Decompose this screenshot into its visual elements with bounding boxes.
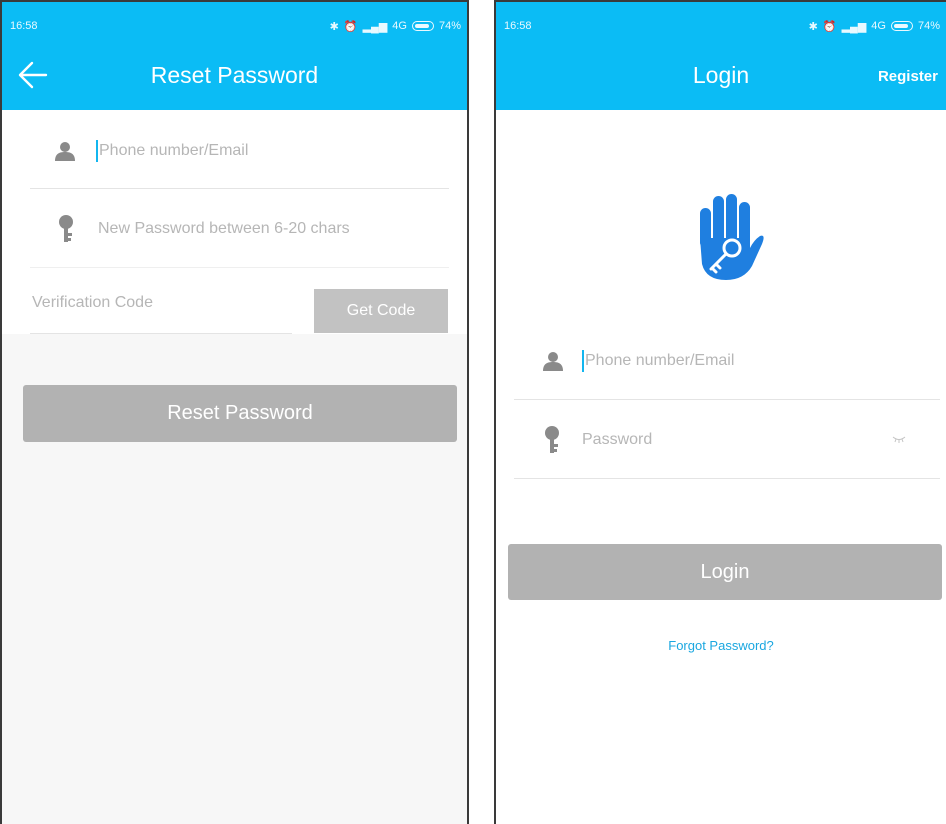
password-eye-icon[interactable] <box>892 435 906 443</box>
reset-password-button[interactable]: Reset Password <box>23 385 457 442</box>
divider <box>514 399 940 400</box>
status-time: 16:58 <box>504 20 532 32</box>
get-code-button[interactable]: Get Code <box>314 289 448 333</box>
status-bar: 16:58 ✱ ⏰ ▂▄▆ 4G 74% <box>10 16 461 36</box>
verification-code-placeholder: Verification Code <box>32 294 153 311</box>
login-phone-field[interactable]: Phone number/Email <box>542 349 734 373</box>
bluetooth-icon: ✱ <box>808 20 818 33</box>
key-icon <box>545 426 559 453</box>
login-screen: 16:58 ✱ ⏰ ▂▄▆ 4G 74% Login Register Phon… <box>494 0 946 824</box>
reset-phone-placeholder: Phone number/Email <box>99 142 249 159</box>
battery-icon <box>411 21 434 31</box>
forgot-password-link[interactable]: Forgot Password? <box>496 638 946 653</box>
reset-password-placeholder: New Password between 6-20 chars <box>98 220 350 237</box>
login-phone-placeholder: Phone number/Email <box>585 352 735 369</box>
hand-key-logo <box>700 194 764 280</box>
reset-app-bar: 16:58 ✱ ⏰ ▂▄▆ 4G 74% Reset Password <box>2 2 467 110</box>
login-password-placeholder: Password <box>582 431 653 448</box>
battery-level: 74% <box>438 20 461 32</box>
signal-icon: ▂▄▆ <box>841 20 867 33</box>
key-icon <box>59 215 73 242</box>
alarm-icon: ⏰ <box>822 20 837 33</box>
register-link[interactable]: Register <box>878 68 938 85</box>
login-password-field[interactable]: Password <box>544 425 652 455</box>
verification-code-field[interactable]: Verification Code <box>32 292 153 314</box>
login-app-bar: 16:58 ✱ ⏰ ▂▄▆ 4G 74% Login Register <box>496 2 946 110</box>
divider <box>30 188 449 189</box>
login-button[interactable]: Login <box>508 544 942 600</box>
bluetooth-icon: ✱ <box>329 20 339 33</box>
alarm-icon: ⏰ <box>343 20 358 33</box>
page-title: Reset Password <box>150 62 319 88</box>
reset-phone-field[interactable]: Phone number/Email <box>54 139 248 163</box>
divider <box>514 478 940 479</box>
reset-password-screen: 16:58 ✱ ⏰ ▂▄▆ 4G 74% Reset Password Phon… <box>0 0 469 824</box>
battery-icon <box>890 21 913 31</box>
signal-icon: ▂▄▆ <box>362 20 388 33</box>
person-icon <box>55 142 75 161</box>
network-type: 4G <box>871 20 886 32</box>
status-bar: 16:58 ✱ ⏰ ▂▄▆ 4G 74% <box>504 16 940 36</box>
battery-level: 74% <box>917 20 940 32</box>
divider <box>30 267 449 268</box>
text-cursor <box>96 140 98 162</box>
network-type: 4G <box>392 20 407 32</box>
status-time: 16:58 <box>10 20 38 32</box>
person-icon <box>543 352 563 371</box>
reset-password-field[interactable]: New Password between 6-20 chars <box>58 214 350 244</box>
text-cursor <box>582 350 584 372</box>
